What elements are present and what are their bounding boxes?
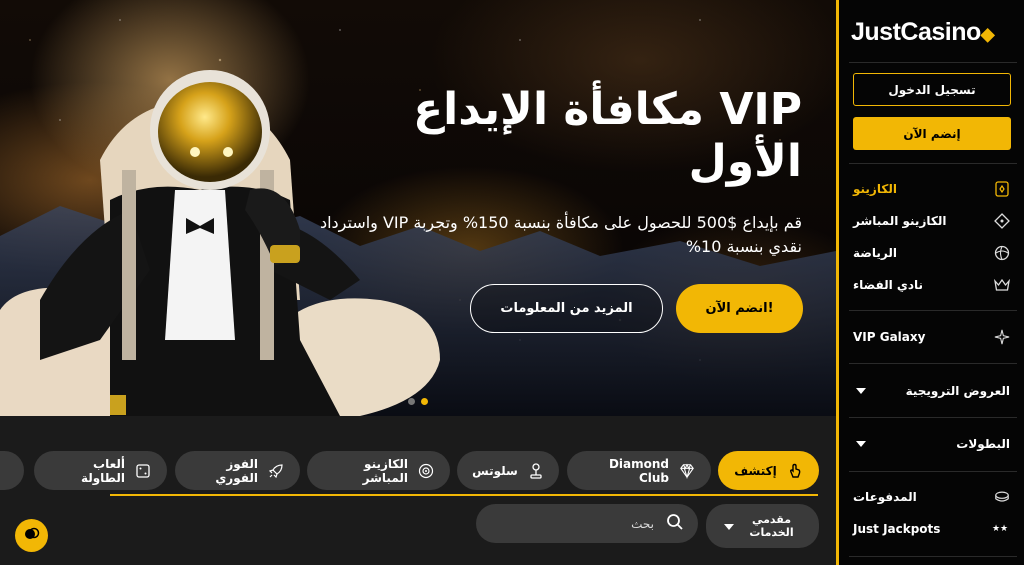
- sidebar-item-label: العروض الترويجية: [905, 384, 1010, 398]
- sidebar-item-label: Just Jackpots: [853, 522, 941, 536]
- more-info-button[interactable]: المزيد من المعلومات: [470, 284, 663, 333]
- roulette-icon: [418, 463, 434, 479]
- category-underline: [110, 494, 818, 496]
- carousel-dot-1[interactable]: [408, 398, 415, 405]
- chevron-down-icon: [853, 383, 869, 399]
- sidebar-divider: [849, 62, 1017, 63]
- stars-icon: ★★: [991, 524, 1009, 534]
- game-category-bar: [0, 416, 836, 565]
- live-chat-button[interactable]: [15, 519, 48, 552]
- chip-label: Diamond Club: [608, 456, 669, 485]
- logo-text: JustCasino: [851, 18, 981, 46]
- chip-instant-win[interactable]: الفوز الفوري: [175, 451, 300, 490]
- rocket-icon: [268, 463, 284, 479]
- sidebar-item-label: الرياضة: [853, 246, 897, 260]
- sidebar-divider: [849, 471, 1017, 472]
- sidebar-item-label: الكازينو المباشر: [853, 214, 947, 228]
- logo-dot-icon: ◆: [980, 24, 995, 44]
- diamond-icon: [679, 463, 695, 479]
- sidebar-item-label: المدفوعات: [853, 490, 917, 504]
- live-diamond-icon: [994, 213, 1010, 229]
- sidebar-divider: [849, 310, 1017, 311]
- sidebar-item-payments[interactable]: المدفوعات: [839, 484, 1024, 510]
- chip-table-games[interactable]: ألعاب الطاولة: [34, 451, 167, 490]
- chat-bubble-icon: [23, 525, 41, 547]
- hero-banner[interactable]: VIP مكافأة الإيداع الأول قم بإيداع $500 …: [0, 0, 836, 416]
- joystick-icon: [528, 462, 544, 479]
- chip-live-casino[interactable]: الكازينو المباشر: [307, 451, 450, 490]
- sidebar-item-space-club[interactable]: نادي الفضاء: [839, 272, 1024, 298]
- justcasino-logo[interactable]: JustCasino◆: [851, 18, 1011, 52]
- sidebar-item-promotions[interactable]: العروض الترويجية: [839, 378, 1024, 404]
- search-icon: [666, 513, 684, 534]
- carousel-dot-2[interactable]: [421, 398, 428, 405]
- chevron-down-icon: [723, 520, 734, 533]
- chip-label: الفوز الفوري: [215, 456, 258, 485]
- sidebar-item-just-jackpots[interactable]: ★★ Just Jackpots: [839, 516, 1024, 542]
- chip-label: الكازينو المباشر: [362, 456, 408, 485]
- sidebar-item-label: نادي الفضاء: [853, 278, 924, 292]
- dice-icon: [135, 463, 151, 479]
- login-button[interactable]: تسجيل الدخول: [853, 73, 1011, 106]
- chip-discover[interactable]: إكتشف: [718, 451, 819, 490]
- hero-subtitle: قم بإيداع $500 للحصول على مكافأة بنسبة 1…: [319, 213, 802, 256]
- join-now-button[interactable]: إنضم الآن: [853, 117, 1011, 150]
- sidebar-divider: [849, 556, 1017, 557]
- coins-icon: [994, 489, 1010, 505]
- sidebar-divider: [849, 363, 1017, 364]
- casino-chip-icon: [994, 181, 1010, 197]
- join-now-cta-button[interactable]: انضم الآن!: [676, 284, 803, 333]
- chip-label: إكتشف: [734, 463, 777, 478]
- hand-pointer-icon: [787, 463, 803, 479]
- providers-dropdown[interactable]: مقدمي الخدمات: [706, 504, 819, 548]
- chip-label: ألعاب الطاولة: [80, 456, 125, 485]
- sidebar-divider: [849, 417, 1017, 418]
- sidebar-divider: [849, 163, 1017, 164]
- chevron-down-icon: [853, 436, 869, 452]
- sidebar-item-tournaments[interactable]: البطولات: [839, 431, 1024, 457]
- sidebar-item-label: البطولات: [956, 437, 1010, 451]
- search-input[interactable]: بحث: [490, 517, 654, 531]
- sidebar-item-sports[interactable]: الرياضة: [839, 240, 1024, 266]
- crown-icon: [994, 277, 1010, 293]
- sidebar-item-vip-galaxy[interactable]: VIP Galaxy: [839, 324, 1024, 350]
- game-search-field[interactable]: بحث: [476, 504, 698, 543]
- sparkle-icon: [994, 329, 1010, 345]
- providers-label: مقدمي الخدمات: [749, 513, 794, 539]
- sidebar-item-casino[interactable]: الكازينو: [839, 176, 1024, 202]
- sidebar: JustCasino◆ تسجيل الدخول إنضم الآن الكاز…: [836, 0, 1024, 565]
- ball-icon: [994, 245, 1010, 261]
- carousel-dots: [408, 398, 428, 405]
- sidebar-item-label: الكازينو: [853, 182, 897, 196]
- sidebar-item-live-casino[interactable]: الكازينو المباشر: [839, 208, 1024, 234]
- chip-slots[interactable]: سلوتس: [457, 451, 559, 490]
- chip-label: سلوتس: [472, 463, 518, 478]
- sidebar-item-label: VIP Galaxy: [853, 330, 926, 344]
- chip-diamond-club[interactable]: Diamond Club: [567, 451, 711, 490]
- hero-title: VIP مكافأة الإيداع الأول: [413, 84, 802, 187]
